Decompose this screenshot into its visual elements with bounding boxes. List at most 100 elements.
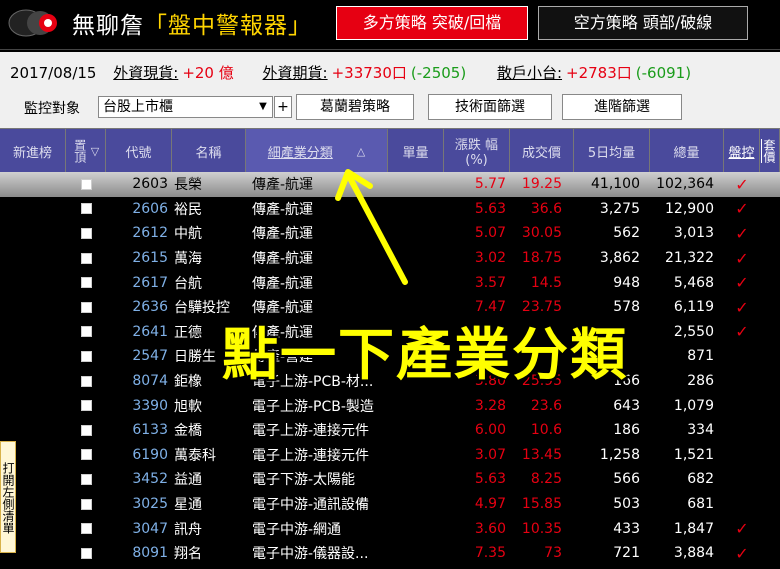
pin-cell (66, 467, 106, 492)
watch-check-icon[interactable] (724, 418, 760, 443)
total-volume: 681 (687, 496, 714, 513)
pin-checkbox[interactable] (80, 424, 92, 436)
pin-checkbox[interactable] (80, 252, 92, 264)
total-volume: 6,119 (673, 299, 714, 316)
pin-checkbox[interactable] (80, 227, 92, 239)
stock-name[interactable]: 旭軟 (172, 393, 246, 418)
col-change[interactable]: 漲跌 幅 (%) (444, 129, 510, 173)
price: 19.25 (521, 176, 562, 193)
col-pin[interactable]: 置頂 ▽ (66, 129, 106, 173)
stock-name[interactable]: 中航 (172, 221, 246, 246)
pin-checkbox[interactable] (80, 277, 92, 289)
change-percent: 3.02 (474, 250, 506, 267)
industry-cell: 電子中游-網通 (252, 521, 342, 538)
table-row[interactable]: 3390 旭軟 電子上游-PCB-製造 3.28 23.6 643 1,079 (0, 393, 780, 418)
watch-check-icon[interactable] (724, 443, 760, 468)
watch-check-icon[interactable] (724, 393, 760, 418)
watch-check-icon[interactable]: ✓ (724, 246, 760, 271)
total-volume: 3,013 (673, 225, 714, 242)
col-name[interactable]: 名稱 (172, 129, 246, 173)
sort-up-icon: △ (356, 144, 366, 158)
col-code[interactable]: 代號 (106, 129, 172, 173)
pin-checkbox[interactable] (80, 203, 92, 215)
change-percent: 5.63 (474, 200, 506, 217)
watch-check-icon[interactable]: ✓ (724, 270, 760, 295)
stock-name[interactable]: 萬泰科 (172, 443, 246, 468)
stock-name[interactable]: 裕民 (172, 197, 246, 222)
stock-name[interactable]: 星通 (172, 492, 246, 517)
table-row[interactable]: 8091 翔名 電子中游-儀器設... 7.35 73 721 3,884 ✓ (0, 541, 780, 566)
pin-checkbox[interactable] (80, 350, 92, 362)
stock-code: 3025 (132, 496, 168, 513)
change-percent: 6.00 (474, 422, 506, 439)
watch-check-icon[interactable]: ✓ (724, 197, 760, 222)
pin-checkbox[interactable] (80, 178, 92, 190)
pin-cell (66, 197, 106, 222)
add-button[interactable]: + (274, 96, 292, 118)
open-left-list-tab[interactable]: 打開左側清單 (0, 441, 16, 553)
watch-check-icon[interactable]: ✓ (724, 320, 760, 345)
stock-code: 2615 (132, 250, 168, 267)
table-row[interactable]: 6190 萬泰科 電子上游-連接元件 3.07 13.45 1,258 1,521 (0, 443, 780, 468)
pin-cell (66, 172, 106, 197)
monitor-select[interactable]: 台股上市櫃 ▼ (98, 96, 273, 118)
col-watch[interactable]: 盤控 (724, 129, 760, 173)
stock-name[interactable]: 萬海 (172, 246, 246, 271)
col-extra[interactable]: 套價 (760, 129, 780, 173)
pin-checkbox[interactable] (80, 547, 92, 559)
change-percent: 3.60 (474, 520, 506, 537)
col-total[interactable]: 總量 (650, 129, 724, 173)
col-new[interactable]: 新進榜 (0, 129, 66, 173)
stock-name[interactable]: 益通 (172, 467, 246, 492)
total-volume: 286 (687, 373, 714, 390)
price: 8.25 (530, 471, 562, 488)
pin-checkbox[interactable] (80, 523, 92, 535)
stock-name[interactable]: 翔名 (172, 541, 246, 566)
watch-check-icon[interactable]: ✓ (724, 221, 760, 246)
short-strategy-button[interactable]: 空方策略 頭部/破線 (538, 6, 748, 40)
watch-check-icon[interactable] (724, 344, 760, 369)
stock-name[interactable]: 台航 (172, 270, 246, 295)
watch-check-icon[interactable] (724, 369, 760, 394)
watch-check-icon[interactable] (724, 467, 760, 492)
long-strategy-button[interactable]: 多方策略 突破/回檔 (336, 6, 528, 40)
pin-checkbox[interactable] (80, 498, 92, 510)
total-volume: 682 (687, 471, 714, 488)
market-summary: 2017/08/15 外資現貨: +20 億 外資期貨: +33730口 (-2505… (10, 62, 695, 83)
pin-checkbox[interactable] (80, 473, 92, 485)
industry-cell: 電子上游-連接元件 (252, 423, 370, 440)
total-volume: 3,884 (673, 545, 714, 562)
table-row[interactable]: 6133 金橋 電子上游-連接元件 6.00 10.6 186 334 (0, 418, 780, 443)
avg5-volume: 721 (613, 545, 640, 562)
foreign-spot-label[interactable]: 外資現貨: (113, 64, 178, 82)
watch-check-icon[interactable]: ✓ (724, 172, 760, 197)
foreign-futures-label[interactable]: 外資期貨: (263, 64, 328, 82)
stock-name[interactable]: 長榮 (172, 172, 246, 197)
stock-name[interactable]: 金橋 (172, 418, 246, 443)
pin-checkbox[interactable] (80, 301, 92, 313)
col-avg5[interactable]: 5日均量 (574, 129, 650, 173)
pin-checkbox[interactable] (80, 375, 92, 387)
pin-checkbox[interactable] (80, 449, 92, 461)
stock-name[interactable]: 訊舟 (172, 516, 246, 541)
pin-cell (66, 344, 106, 369)
advanced-filter-button[interactable]: 進階篩選 (562, 94, 682, 120)
table-row[interactable]: 3047 訊舟 電子中游-網通 3.60 10.35 433 1,847 ✓ (0, 516, 780, 541)
watch-check-icon[interactable]: ✓ (724, 516, 760, 541)
pin-checkbox[interactable] (80, 326, 92, 338)
table-row[interactable]: 3452 益通 電子下游-太陽能 5.63 8.25 566 682 (0, 467, 780, 492)
avg5-volume: 1,258 (599, 446, 640, 463)
watch-check-icon[interactable]: ✓ (724, 295, 760, 320)
change-percent: 7.35 (474, 545, 506, 562)
watch-check-icon[interactable] (724, 492, 760, 517)
table-row[interactable]: 3025 星通 電子中游-通訊設備 4.97 15.85 503 681 (0, 492, 780, 517)
retail-label[interactable]: 散戶小台: (497, 64, 562, 82)
technical-filter-button[interactable]: 技術面篩選 (428, 94, 552, 120)
watch-check-icon[interactable]: ✓ (724, 541, 760, 566)
pin-checkbox[interactable] (80, 400, 92, 412)
granville-strategy-button[interactable]: 葛蘭碧策略 (296, 94, 414, 120)
col-price[interactable]: 成交價 (510, 129, 574, 173)
avg5-volume: 433 (613, 520, 640, 537)
stock-code: 3047 (132, 520, 168, 537)
avg5-volume: 186 (613, 422, 640, 439)
